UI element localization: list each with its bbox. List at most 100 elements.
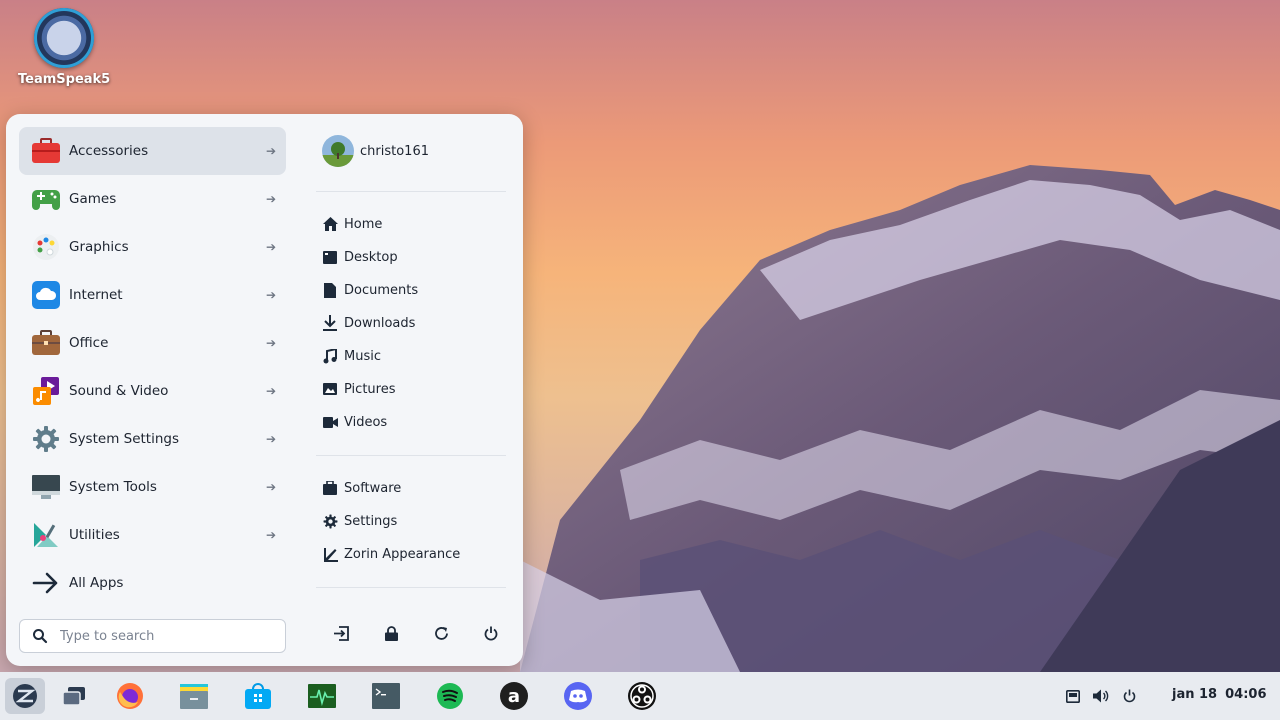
logout-button[interactable] <box>326 621 356 645</box>
category-games[interactable]: Games ➔ <box>19 175 286 223</box>
category-label: All Apps <box>69 575 124 591</box>
category-graphics[interactable]: Graphics ➔ <box>19 223 286 271</box>
power-indicator[interactable] <box>1117 684 1141 708</box>
category-sound-video[interactable]: Sound & Video ➔ <box>19 367 286 415</box>
search-box[interactable] <box>19 619 286 653</box>
divider <box>316 455 506 456</box>
clock-time: 04:06 <box>1225 687 1267 702</box>
taskbar-amazon[interactable]: a <box>494 678 534 714</box>
picture-icon <box>322 381 338 397</box>
link-settings[interactable]: Settings <box>322 510 397 532</box>
network-indicator[interactable] <box>1061 684 1085 708</box>
desktop-icon <box>322 249 338 265</box>
download-icon <box>322 315 338 331</box>
clock[interactable]: jan 18 04:06 <box>1172 687 1267 702</box>
media-icon <box>31 376 61 406</box>
system-monitor-icon <box>308 684 336 708</box>
place-label: Home <box>344 216 383 232</box>
document-icon <box>322 282 338 298</box>
category-label: System Tools <box>69 479 157 495</box>
taskbar-files[interactable] <box>174 678 214 714</box>
taskbar: a jan 18 04:06 <box>0 672 1280 720</box>
link-label: Zorin Appearance <box>344 546 461 562</box>
category-label: Office <box>69 335 109 351</box>
svg-text:a: a <box>508 686 520 707</box>
restart-icon <box>434 626 448 640</box>
taskbar-workspaces[interactable] <box>54 678 94 714</box>
user-name: christo161 <box>360 143 429 159</box>
category-label: Utilities <box>69 527 120 543</box>
category-office[interactable]: Office ➔ <box>19 319 286 367</box>
place-downloads[interactable]: Downloads <box>322 312 415 334</box>
user-button[interactable]: christo161 <box>322 135 429 167</box>
amazon-icon: a <box>500 682 528 710</box>
category-internet[interactable]: Internet ➔ <box>19 271 286 319</box>
category-accessories[interactable]: Accessories ➔ <box>19 127 286 175</box>
category-system-settings[interactable]: System Settings ➔ <box>19 415 286 463</box>
search-icon <box>33 629 48 644</box>
power-button[interactable] <box>476 621 506 645</box>
taskbar-system-monitor[interactable] <box>302 678 342 714</box>
place-label: Music <box>344 348 381 364</box>
lock-button[interactable] <box>376 621 406 645</box>
taskbar-discord[interactable] <box>558 678 598 714</box>
lock-icon <box>384 625 398 641</box>
taskbar-spotify[interactable] <box>430 678 470 714</box>
desktop-icon-label: TeamSpeak5 <box>18 72 111 87</box>
taskbar-software[interactable] <box>238 678 278 714</box>
category-label: Sound & Video <box>69 383 169 399</box>
search-input[interactable] <box>60 628 260 644</box>
terminal-icon <box>372 683 400 709</box>
taskbar-firefox[interactable] <box>110 678 150 714</box>
arrow-right-icon: ➔ <box>265 240 276 254</box>
category-label: System Settings <box>69 431 180 447</box>
utilities-icon <box>31 520 61 550</box>
zorin-menu-button[interactable] <box>5 678 45 714</box>
link-zorin-appearance[interactable]: Zorin Appearance <box>322 543 460 565</box>
taskbar-obs[interactable] <box>622 678 662 714</box>
category-label: Accessories <box>69 143 149 159</box>
taskbar-terminal[interactable] <box>366 678 406 714</box>
link-label: Software <box>344 480 402 496</box>
place-documents[interactable]: Documents <box>322 279 418 301</box>
category-label: Graphics <box>69 239 129 255</box>
link-label: Settings <box>344 513 398 529</box>
clock-date: jan 18 <box>1172 687 1218 702</box>
briefcase-icon <box>31 328 61 358</box>
category-system-tools[interactable]: System Tools ➔ <box>19 463 286 511</box>
gear-icon <box>31 424 61 454</box>
app-menu: Accessories ➔ Games ➔ Graphics ➔ Interne… <box>6 114 523 666</box>
bag-icon <box>322 480 338 496</box>
folder-icon <box>180 684 208 709</box>
desktop-icon-teamspeak[interactable]: TeamSpeak5 <box>18 8 110 87</box>
arrow-right-icon: ➔ <box>265 336 276 350</box>
obs-icon <box>628 682 656 710</box>
category-label: Internet <box>69 287 123 303</box>
category-label: Games <box>69 191 117 207</box>
arrow-right-icon: ➔ <box>265 480 276 494</box>
arrow-right-icon: ➔ <box>265 144 276 158</box>
place-label: Desktop <box>344 249 398 265</box>
place-music[interactable]: Music <box>322 345 381 367</box>
spotify-icon <box>437 683 463 709</box>
power-icon <box>1123 689 1135 703</box>
category-all-apps[interactable]: All Apps <box>19 559 286 607</box>
home-icon <box>322 216 338 232</box>
cloud-icon <box>31 280 61 310</box>
place-label: Downloads <box>344 315 416 331</box>
arrow-right-icon: ➔ <box>265 192 276 206</box>
gear-icon <box>322 513 338 529</box>
place-desktop[interactable]: Desktop <box>322 246 398 268</box>
link-software[interactable]: Software <box>322 477 401 499</box>
place-home[interactable]: Home <box>322 213 382 235</box>
divider <box>316 587 506 588</box>
gamepad-icon <box>31 184 61 214</box>
monitor-icon <box>31 472 61 502</box>
place-pictures[interactable]: Pictures <box>322 378 395 400</box>
volume-indicator[interactable] <box>1089 684 1113 708</box>
restart-button[interactable] <box>426 621 456 645</box>
teamspeak-icon <box>34 8 94 68</box>
category-utilities[interactable]: Utilities ➔ <box>19 511 286 559</box>
arrow-right-icon: ➔ <box>265 384 276 398</box>
place-videos[interactable]: Videos <box>322 411 387 433</box>
